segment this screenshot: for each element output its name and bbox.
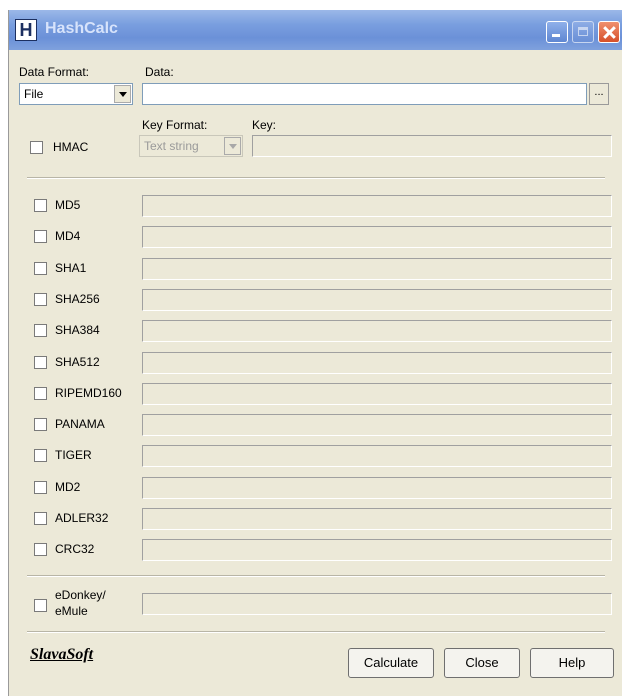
algorithm-label: ADLER32 — [55, 511, 109, 525]
window-title: HashCalc — [45, 20, 118, 37]
algorithm-output[interactable] — [142, 539, 612, 561]
chevron-down-icon[interactable] — [114, 85, 131, 103]
title-bar[interactable]: H HashCalc — [9, 10, 622, 50]
key-format-label: Key Format: — [142, 118, 208, 132]
data-format-label: Data Format: — [19, 65, 90, 79]
data-label: Data: — [145, 65, 174, 79]
maximize-button[interactable] — [572, 21, 594, 43]
key-label: Key: — [252, 118, 277, 132]
algorithm-checkbox[interactable] — [34, 199, 47, 212]
algorithm-checkbox[interactable] — [34, 356, 47, 369]
algorithm-output[interactable] — [142, 414, 612, 436]
algorithm-checkbox[interactable] — [34, 230, 47, 243]
algorithm-label: SHA512 — [55, 355, 100, 369]
algorithm-output[interactable] — [142, 352, 612, 374]
algorithm-checkbox[interactable] — [34, 387, 47, 400]
calculate-button[interactable]: Calculate — [348, 648, 434, 678]
algorithm-label: SHA256 — [55, 292, 100, 306]
key-format-select[interactable]: Text string — [139, 135, 243, 157]
data-format-select[interactable]: File — [19, 83, 133, 105]
algorithm-output[interactable] — [142, 383, 612, 405]
algorithm-label: CRC32 — [55, 542, 95, 556]
help-button[interactable]: Help — [530, 648, 614, 678]
chevron-down-icon[interactable] — [224, 137, 241, 155]
algorithm-label: RIPEMD160 — [55, 386, 122, 400]
algorithm-output[interactable] — [142, 258, 612, 280]
algorithm-output[interactable] — [142, 477, 612, 499]
minimize-button[interactable] — [546, 21, 568, 43]
separator — [27, 631, 605, 633]
separator — [27, 575, 605, 577]
close-window-button[interactable] — [598, 21, 620, 43]
algorithm-checkbox[interactable] — [34, 512, 47, 525]
algorithm-label: TIGER — [55, 448, 92, 462]
algorithm-output[interactable] — [142, 226, 612, 248]
algorithm-output[interactable] — [142, 508, 612, 530]
slavasoft-logo[interactable]: SlavaSoft — [30, 646, 93, 664]
data-input[interactable] — [142, 83, 587, 105]
algorithm-label: MD5 — [55, 198, 81, 212]
algorithm-label: SHA384 — [55, 323, 100, 337]
key-input[interactable] — [252, 135, 612, 157]
close-button[interactable]: Close — [444, 648, 520, 678]
edonkey-checkbox[interactable] — [34, 599, 47, 612]
algorithm-checkbox[interactable] — [34, 418, 47, 431]
algorithm-checkbox[interactable] — [34, 481, 47, 494]
edonkey-label-line1: eDonkey/ — [55, 588, 106, 602]
separator — [27, 177, 605, 179]
algorithm-checkbox[interactable] — [34, 293, 47, 306]
edonkey-output[interactable] — [142, 593, 612, 615]
edonkey-label-line2: eMule — [55, 604, 88, 618]
algorithm-checkbox[interactable] — [34, 449, 47, 462]
algorithm-output[interactable] — [142, 289, 612, 311]
algorithm-label: PANAMA — [55, 417, 105, 431]
data-format-value: File — [24, 87, 44, 101]
hmac-label: HMAC — [53, 140, 89, 154]
algorithm-label: MD4 — [55, 229, 81, 243]
algorithm-output[interactable] — [142, 320, 612, 342]
algorithm-output[interactable] — [142, 195, 612, 217]
hmac-checkbox[interactable] — [30, 141, 43, 154]
algorithm-checkbox[interactable] — [34, 324, 47, 337]
app-icon: H — [15, 19, 37, 41]
algorithm-output[interactable] — [142, 445, 612, 467]
key-format-value: Text string — [144, 139, 199, 153]
algorithm-label: SHA1 — [55, 261, 87, 275]
algorithm-checkbox[interactable] — [34, 543, 47, 556]
browse-button[interactable]: ... — [589, 83, 609, 105]
algorithm-checkbox[interactable] — [34, 262, 47, 275]
algorithm-label: MD2 — [55, 480, 81, 494]
